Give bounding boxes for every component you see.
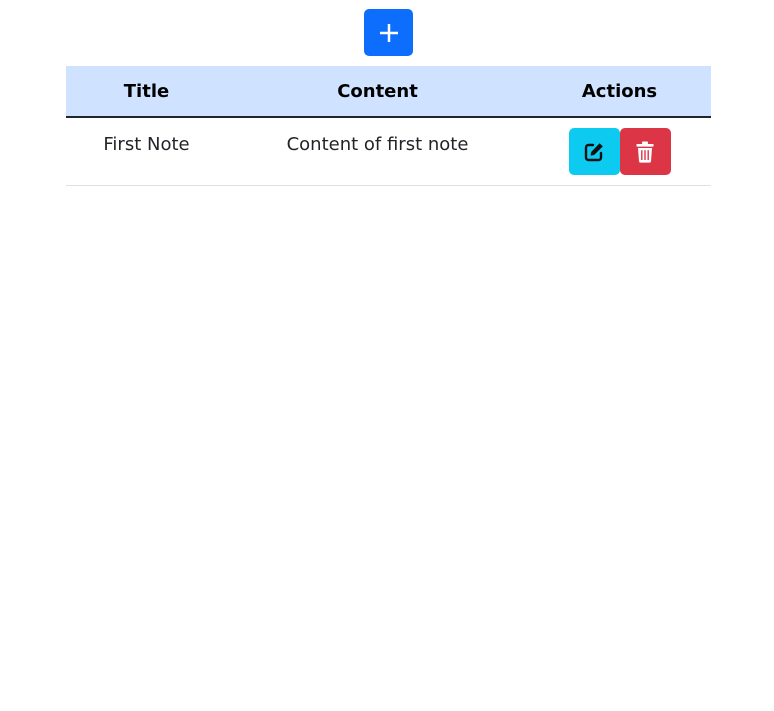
plus-icon (379, 23, 398, 42)
note-content-cell: Content of first note (227, 117, 528, 186)
note-title: First Note (103, 134, 190, 155)
edit-note-button[interactable] (568, 128, 620, 175)
column-header-title: Title (66, 66, 227, 118)
note-content: Content of first note (286, 134, 469, 155)
add-note-button[interactable] (364, 9, 413, 56)
delete-note-button[interactable] (619, 128, 671, 175)
row-actions (528, 118, 711, 175)
table-header-row: Title Content Actions (66, 66, 711, 118)
table-row: First Note Content of first note (66, 117, 711, 186)
column-header-content: Content (227, 66, 528, 118)
note-actions-cell (528, 117, 711, 186)
note-title-cell: First Note (66, 117, 227, 186)
edit-icon (584, 142, 603, 161)
notes-page: Title Content Actions First Note Content… (0, 0, 774, 711)
notes-table: Title Content Actions First Note Content… (66, 66, 711, 186)
column-header-actions: Actions (528, 66, 711, 118)
trash-icon (636, 141, 654, 163)
